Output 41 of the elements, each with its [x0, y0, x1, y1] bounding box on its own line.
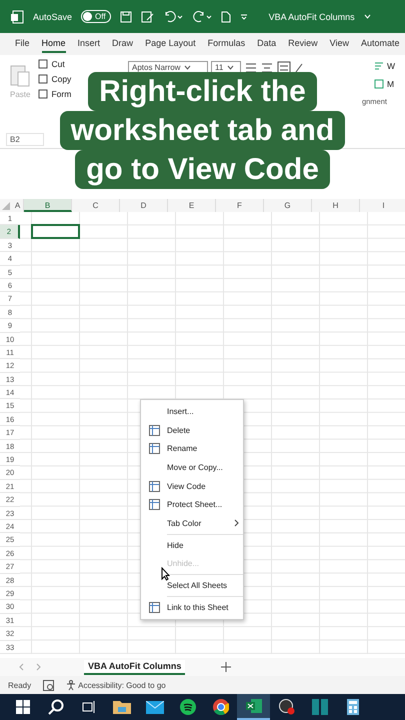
column-header[interactable]: B: [24, 199, 72, 212]
clipboard-command[interactable]: Copy: [51, 74, 72, 84]
menu-item[interactable]: Hide: [141, 536, 243, 554]
menu-item[interactable]: Link to this Sheet: [141, 598, 243, 617]
column-header[interactable]: D: [120, 199, 168, 212]
wrap-text-label[interactable]: W: [386, 61, 395, 71]
column-header[interactable]: F: [216, 199, 264, 212]
menu-item[interactable]: Rename: [141, 439, 243, 458]
menu-item[interactable]: Delete: [141, 420, 243, 440]
ribbon-tab[interactable]: Home: [42, 35, 66, 53]
menu-item[interactable]: Move or Copy...: [141, 458, 243, 477]
column-header[interactable]: G: [264, 199, 312, 212]
ribbon-tab[interactable]: Data: [257, 35, 276, 53]
column-header[interactable]: C: [72, 199, 120, 212]
ribbon-tab[interactable]: Review: [288, 35, 318, 53]
menu-item[interactable]: Protect Sheet...: [141, 495, 243, 514]
ribbon-tab[interactable]: Draw: [112, 35, 134, 53]
ribbon-tab[interactable]: Formulas: [208, 35, 246, 53]
menu-item[interactable]: Tab Color: [141, 514, 243, 533]
clipboard-command[interactable]: Form: [51, 89, 72, 99]
clipboard-command[interactable]: Cut: [51, 59, 65, 69]
name-box[interactable]: B2: [6, 132, 44, 146]
menu-item[interactable]: Select All Sheets: [141, 576, 243, 595]
accessibility-status[interactable]: Accessibility: Good to go: [78, 680, 166, 690]
column-header[interactable]: A: [12, 199, 24, 212]
ribbon-tab[interactable]: File: [15, 35, 30, 53]
status-mode: Ready: [8, 680, 32, 690]
sheet-tab[interactable]: VBA AutoFit Columns: [84, 660, 186, 674]
column-header[interactable]: I: [360, 199, 405, 212]
merge-label[interactable]: M: [386, 79, 394, 89]
autosave-toggle[interactable]: Off: [81, 10, 111, 23]
document-title[interactable]: VBA AutoFit Columns: [268, 12, 355, 22]
ribbon-tab[interactable]: Automate: [361, 35, 400, 53]
autosave-label: AutoSave: [33, 12, 72, 22]
ribbon-tab[interactable]: Insert: [78, 35, 100, 53]
menu-item[interactable]: View Code: [141, 476, 243, 496]
column-header[interactable]: H: [312, 199, 360, 212]
menu-item[interactable]: Insert...: [141, 402, 243, 421]
ribbon-tab[interactable]: View: [330, 35, 350, 53]
column-header[interactable]: E: [168, 199, 216, 212]
ribbon-tab[interactable]: Page Layout: [145, 35, 196, 53]
